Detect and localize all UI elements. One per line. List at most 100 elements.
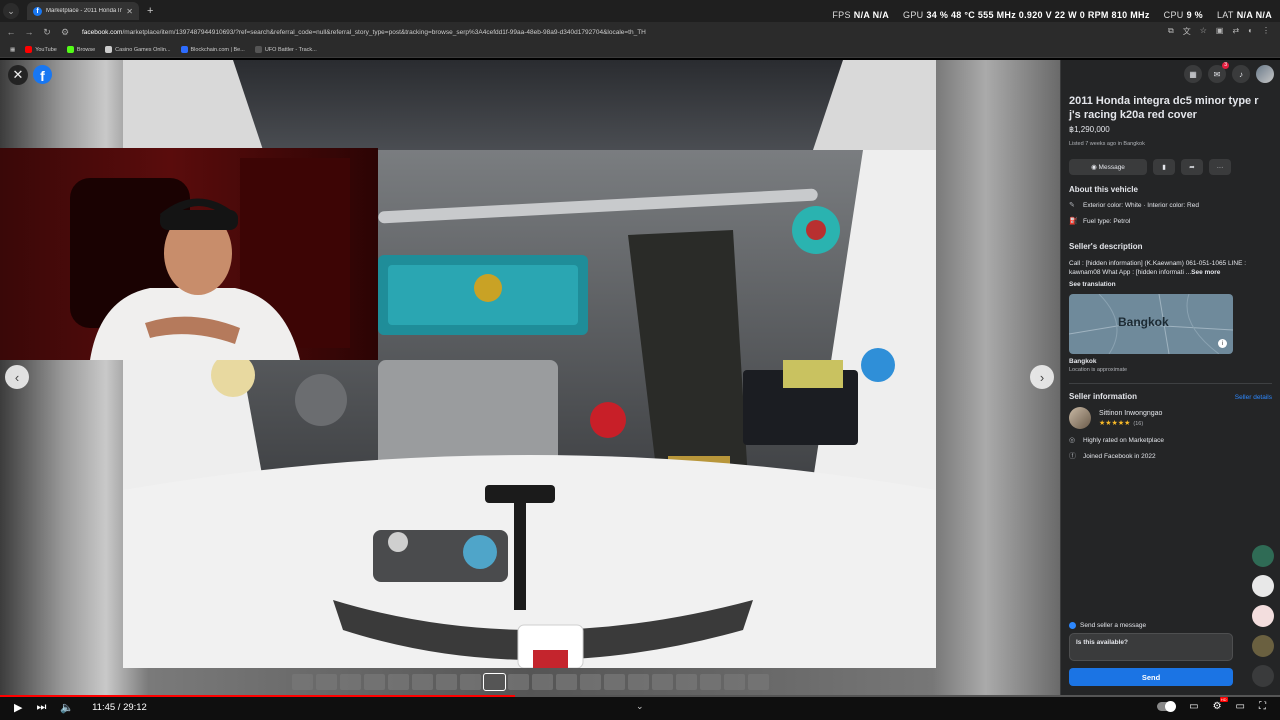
new-tab-icon[interactable]: + [147,5,153,17]
photo-thumbnail[interactable] [508,674,529,690]
captions-icon[interactable]: ▭ [1189,701,1198,712]
seller-avatar[interactable] [1069,407,1091,429]
photo-thumbnail[interactable] [364,674,385,690]
apps-icon[interactable]: ▦ [10,47,15,53]
progress-fill [0,695,515,697]
install-icon[interactable]: ⧉ [1168,26,1174,37]
cast-icon[interactable]: ⇄ [1232,26,1239,37]
photo-thumbnail[interactable] [340,674,361,690]
facebook-small-icon: ⓕ [1069,453,1076,460]
photo-thumbnail[interactable] [388,674,409,690]
video-time: 11:45 / 29:12 [92,702,147,713]
location-approx: Location is approximate [1069,367,1128,373]
forward-icon[interactable]: → [22,27,36,37]
paint-icon: ✎ [1069,202,1075,209]
photo-thumbnail[interactable] [436,674,457,690]
site-info-icon[interactable]: ⚙ [58,27,72,38]
play-icon[interactable]: ▶ [14,701,22,714]
next-video-icon[interactable]: ⏭ [36,701,46,714]
contact-avatar[interactable] [1252,635,1274,657]
more-options-button[interactable]: ··· [1209,159,1231,175]
gpu-label: GPU [903,10,924,20]
fullscreen-icon[interactable]: ⛶ [1259,701,1266,712]
photo-thumbnail[interactable] [483,673,506,691]
back-icon[interactable]: ← [4,27,18,37]
miniplayer-icon[interactable]: ▭ [1236,701,1245,712]
lat-label: LAT [1216,10,1234,20]
save-button[interactable]: ▮ [1153,159,1175,175]
see-more-link[interactable]: See more [1191,269,1220,276]
contact-avatar[interactable] [1252,575,1274,597]
photo-thumbnail[interactable] [676,674,697,690]
messenger-small-icon: ◉ [1091,164,1099,171]
photo-thumbnail[interactable] [532,674,553,690]
photo-thumbnail[interactable] [724,674,745,690]
notifications-bell-icon[interactable]: ♪ [1232,65,1250,83]
seller-details-link[interactable]: Seller details [1235,394,1272,401]
close-viewer-button[interactable]: ✕ [8,65,28,85]
extensions-icon[interactable]: ▣ [1216,26,1224,37]
bookmark-youtube[interactable]: YouTube [25,46,57,53]
streamer-image [70,158,350,360]
menu-icon[interactable]: ⋮ [1262,26,1270,37]
message-button[interactable]: ◉ Message [1069,159,1147,175]
photo-thumbnail[interactable] [628,674,649,690]
reload-icon[interactable]: ↻ [40,27,54,38]
translate-icon[interactable]: 文 [1183,26,1191,37]
next-photo-button[interactable]: › [1030,365,1054,389]
photo-thumbnail[interactable] [412,674,433,690]
gpu-value: 34 % 48 °C 555 MHz 0.920 V 22 W 0 RPM 81… [926,10,1150,20]
progress-bar[interactable] [0,695,1280,697]
bookmark-browse[interactable]: Browse [66,46,95,53]
url-field[interactable]: facebook.com/marketplace/item/1397487944… [82,29,722,36]
listing-price: ฿1,290,000 [1069,125,1110,134]
new-message-icon[interactable] [1252,665,1274,687]
photo-thumbnail[interactable] [556,674,577,690]
send-seller-checkbox[interactable]: Send seller a message [1069,622,1233,629]
contact-avatar[interactable] [1252,605,1274,627]
photo-thumbnail[interactable] [604,674,625,690]
screen: ⌄ f Marketplace - 2011 Honda Integ... ✕ … [0,0,1280,720]
volume-icon[interactable]: 🔈 [60,701,74,714]
see-translation-link[interactable]: See translation [1069,281,1272,288]
location-map[interactable]: Bangkok i [1069,294,1233,354]
share-button[interactable]: ➦ [1181,159,1203,175]
location-name: Bangkok [1069,358,1097,365]
autoplay-toggle[interactable] [1157,701,1177,712]
photo-thumbnail[interactable] [580,674,601,690]
seller-name[interactable]: Sittinon Inwongngao [1099,410,1162,417]
previous-photo-button[interactable]: ‹ [5,365,29,389]
facebook-logo-icon[interactable]: f [33,65,52,84]
bookmark-blockchain[interactable]: Blockchain.com | Be... [180,46,245,53]
map-info-icon[interactable]: i [1218,339,1227,348]
contact-avatar[interactable] [1252,545,1274,567]
messenger-icon[interactable]: ✉ 3 [1208,62,1229,83]
kick-icon [66,46,74,53]
profile-icon[interactable]: ◐ [1248,26,1253,37]
messenger-check-icon [1069,622,1076,629]
about-vehicle-heading: About this vehicle [1069,185,1138,194]
send-button[interactable]: Send [1069,668,1233,686]
seller-rating: ★★★★★ (16) [1099,419,1162,427]
seller-card[interactable]: Sittinon Inwongngao ★★★★★ (16) [1069,407,1272,429]
account-avatar[interactable] [1256,65,1274,83]
photo-thumbnail[interactable] [652,674,673,690]
address-bar-actions: ⧉ 文 ☆ ▣ ⇄ ◐ ⋮ [1168,26,1270,37]
photo-thumbnail[interactable] [748,674,769,690]
message-input[interactable]: Is this available? [1069,633,1233,661]
tab-search-icon[interactable]: ⌄ [3,3,19,19]
browser-tab[interactable]: f Marketplace - 2011 Honda Integ... ✕ [27,2,139,20]
highly-rated-row: ◎ Highly rated on Marketplace [1069,437,1272,445]
bookmark-star-icon[interactable]: ☆ [1200,26,1207,37]
bookmark-casino[interactable]: Casino Games Onlin... [105,46,171,53]
tab-close-icon[interactable]: ✕ [126,7,133,16]
photo-thumbnail[interactable] [700,674,721,690]
menu-grid-icon[interactable]: ▦ [1184,65,1202,83]
photo-thumbnail[interactable] [316,674,337,690]
photo-thumbnail[interactable] [292,674,313,690]
send-message-area: Send seller a message Is this available?… [1069,622,1233,686]
photo-thumbnail[interactable] [460,674,481,690]
bookmark-ufo-battler[interactable]: UFO Battler - Track... [254,46,317,53]
chevron-down-icon[interactable]: ⌄ [636,701,644,712]
settings-gear-icon[interactable]: ⚙ HD [1213,697,1228,712]
